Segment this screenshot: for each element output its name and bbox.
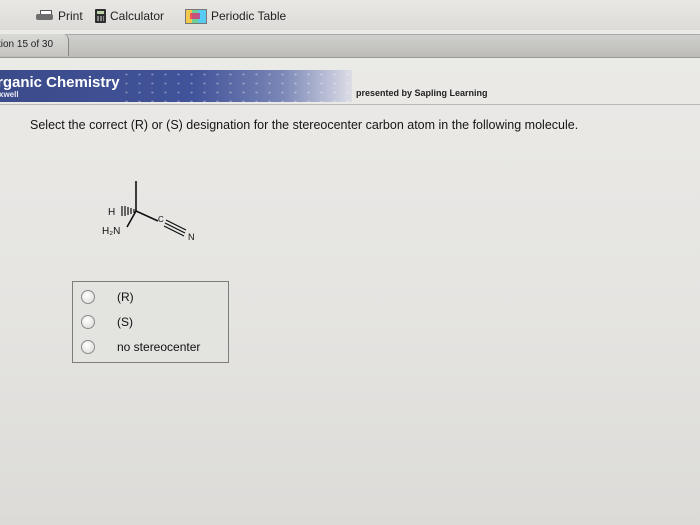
course-title: rganic Chemistry (0, 74, 120, 91)
atom-n: N (188, 232, 195, 242)
answer-options: (R) (S) no stereocenter (72, 281, 229, 363)
radio-button[interactable] (81, 315, 95, 329)
course-banner: rganic Chemistry xwell (0, 70, 352, 102)
periodic-table-label: Periodic Table (211, 9, 287, 23)
option-no-stereocenter[interactable]: no stereocenter (81, 338, 200, 356)
option-label: (R) (117, 290, 134, 304)
option-label: (S) (117, 315, 133, 329)
print-button[interactable]: Print (36, 8, 83, 24)
calculator-label: Calculator (110, 9, 165, 23)
calculator-button[interactable]: Calculator (95, 8, 164, 24)
printer-icon (36, 10, 54, 22)
molecule-structure: H H₂N C N (102, 181, 195, 242)
question-counter: tion 15 of 30 (0, 39, 54, 50)
option-s[interactable]: (S) (81, 313, 133, 331)
question-counter-tab[interactable]: tion 15 of 30 (0, 34, 69, 56)
question-text: Select the correct (R) or (S) designatio… (30, 118, 579, 132)
periodic-table-icon (185, 8, 207, 24)
print-label: Print (58, 9, 83, 23)
question-nav-bar (0, 34, 700, 58)
course-subtitle: xwell (0, 90, 19, 99)
option-label: no stereocenter (117, 340, 201, 354)
atom-c: C (158, 215, 164, 224)
periodic-table-button[interactable]: Periodic Table (185, 8, 286, 24)
presented-by: presented by Sapling Learning (356, 88, 488, 98)
bond-c (135, 210, 159, 222)
hashed-wedge-bond (121, 206, 135, 216)
option-r[interactable]: (R) (81, 288, 134, 306)
radio-button[interactable] (81, 340, 95, 354)
atom-nh2: H₂N (102, 226, 120, 237)
atom-h: H (108, 207, 115, 218)
calculator-icon (95, 9, 106, 23)
divider (0, 104, 700, 105)
page-background: Print Calculator Periodic Table tion 15 … (0, 0, 700, 525)
toolbar: Print Calculator Periodic Table (0, 0, 700, 30)
radio-button[interactable] (81, 290, 95, 304)
triple-bond (163, 219, 187, 237)
